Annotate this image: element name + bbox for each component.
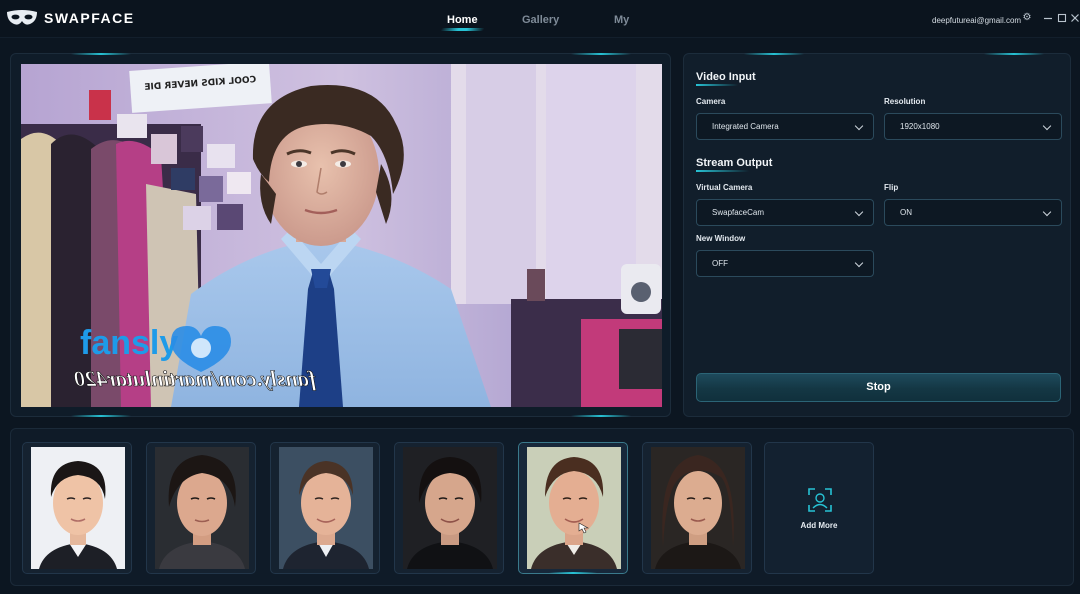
- virtual-camera-select[interactable]: SwapfaceCam: [696, 199, 874, 226]
- resolution-select-value: 1920x1080: [900, 122, 940, 131]
- stop-button[interactable]: Stop: [696, 373, 1061, 402]
- flip-label: Flip: [884, 183, 899, 192]
- face-thumbnail: [527, 447, 621, 569]
- fansly-watermark: fansly: [80, 324, 178, 362]
- title-bar: SWAPFACE Home Gallery My deepfutureai@gm…: [0, 0, 1080, 38]
- camera-feed-image: COOL KIDS NEVER DIE fansly fansly.com/ma…: [21, 64, 662, 407]
- chevron-down-icon: [854, 121, 864, 131]
- face-library-strip: Add More: [10, 428, 1074, 586]
- camera-label: Camera: [696, 97, 726, 106]
- face-card-selected[interactable]: [518, 442, 628, 574]
- mask-icon: [7, 10, 37, 25]
- panel-accent: [71, 415, 131, 417]
- face-thumbnail: [279, 447, 373, 569]
- chevron-down-icon: [1042, 207, 1052, 217]
- chevron-down-icon: [854, 207, 864, 217]
- new-window-select[interactable]: OFF: [696, 250, 874, 277]
- face-thumbnail: [31, 447, 125, 569]
- video-input-title-text: Video Input: [696, 71, 756, 83]
- chevron-down-icon: [854, 258, 864, 268]
- add-more-label: Add More: [800, 521, 838, 530]
- face-card[interactable]: [22, 442, 132, 574]
- stream-output-title-text: Stream Output: [696, 157, 773, 169]
- fansly-url-text: fansly.com/martinlutar420: [74, 366, 316, 391]
- app-title: SWAPFACE: [44, 10, 135, 26]
- gear-icon[interactable]: ⚙: [1021, 12, 1033, 24]
- tab-gallery[interactable]: Gallery: [522, 14, 559, 26]
- face-card[interactable]: [394, 442, 504, 574]
- user-email[interactable]: deepfutureai@gmail.com: [932, 16, 1021, 25]
- flip-select-value: ON: [900, 208, 912, 217]
- face-thumbnail: [403, 447, 497, 569]
- tab-home[interactable]: Home: [440, 14, 485, 31]
- add-more-button[interactable]: Add More: [764, 442, 874, 574]
- video-input-title: Video Input: [696, 71, 756, 86]
- active-tab-indicator: [440, 28, 485, 31]
- maximize-icon[interactable]: [1056, 12, 1068, 24]
- video-preview-panel: COOL KIDS NEVER DIE fansly fansly.com/ma…: [10, 53, 671, 417]
- flip-select[interactable]: ON: [884, 199, 1062, 226]
- face-thumbnail: [651, 447, 745, 569]
- resolution-label: Resolution: [884, 97, 926, 106]
- tab-gallery-label: Gallery: [522, 14, 560, 26]
- title-underline: [696, 170, 750, 172]
- title-underline: [696, 84, 738, 86]
- panel-accent: [984, 53, 1044, 55]
- tab-my[interactable]: My: [614, 14, 629, 26]
- camera-preview: COOL KIDS NEVER DIE fansly fansly.com/ma…: [21, 64, 662, 407]
- fansly-brand-text: fansly: [80, 324, 178, 362]
- camera-select[interactable]: Integrated Camera: [696, 113, 874, 140]
- close-icon[interactable]: [1069, 12, 1080, 24]
- camera-select-value: Integrated Camera: [712, 122, 779, 131]
- minimize-icon[interactable]: [1042, 12, 1054, 24]
- resolution-select[interactable]: 1920x1080: [884, 113, 1062, 140]
- panel-accent: [71, 53, 131, 55]
- virtual-camera-select-value: SwapfaceCam: [712, 208, 765, 217]
- face-thumbnail: [155, 447, 249, 569]
- face-card[interactable]: [642, 442, 752, 574]
- face-card[interactable]: [146, 442, 256, 574]
- settings-panel: Video Input Camera Integrated Camera Res…: [683, 53, 1071, 417]
- stream-output-title: Stream Output: [696, 157, 773, 172]
- face-card[interactable]: [270, 442, 380, 574]
- new-window-select-value: OFF: [712, 259, 728, 268]
- panel-accent: [571, 415, 631, 417]
- selected-indicator: [549, 572, 597, 574]
- panel-accent: [571, 53, 631, 55]
- tab-home-label: Home: [447, 14, 478, 26]
- new-window-label: New Window: [696, 234, 746, 243]
- face-scan-icon: [808, 488, 832, 512]
- tab-my-label: My: [614, 14, 630, 26]
- panel-accent: [744, 53, 804, 55]
- virtual-camera-label: Virtual Camera: [696, 183, 753, 192]
- chevron-down-icon: [1042, 121, 1052, 131]
